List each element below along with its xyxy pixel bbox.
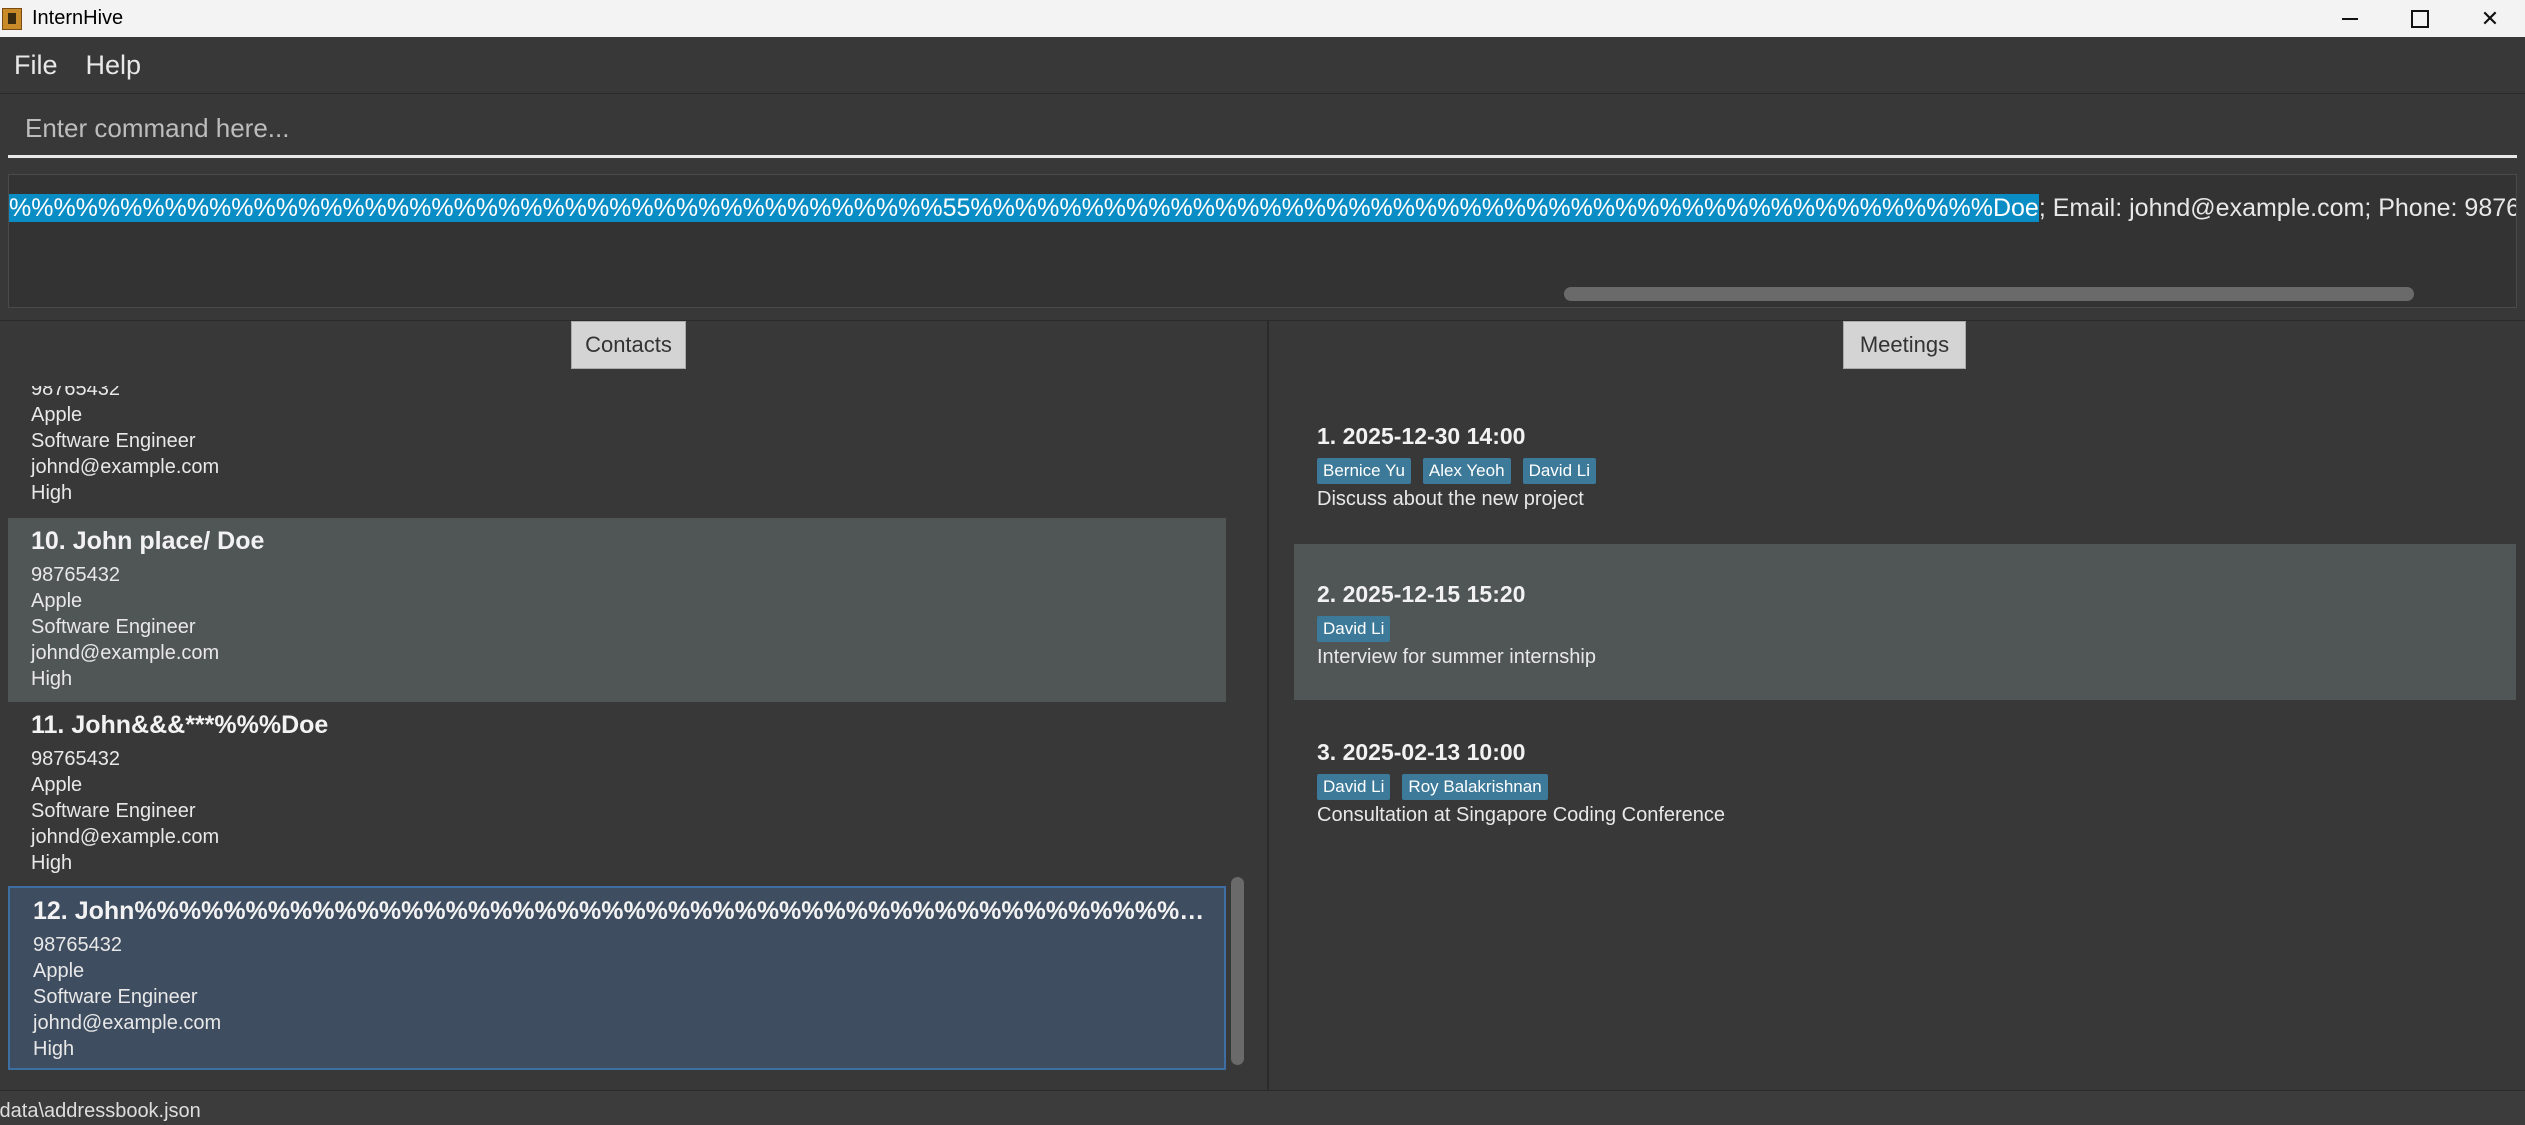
attendee-tag: David Li — [1317, 774, 1391, 800]
meeting-card[interactable]: 1. 2025-12-30 14:00 Bernice Yu Alex Yeoh… — [1294, 386, 2516, 542]
contact-phone: 98765432 — [33, 934, 122, 956]
meeting-tags: Bernice Yu Alex Yeoh David Li — [1317, 458, 2516, 484]
close-button[interactable]: ✕ — [2455, 0, 2525, 37]
minimize-icon — [2342, 17, 2358, 20]
title-bar: InternHive ✕ — [0, 0, 2525, 37]
contact-position: Software Engineer — [31, 800, 196, 822]
contact-phone: 98765432 — [31, 748, 120, 770]
window-title: InternHive — [32, 7, 124, 29]
attendee-tag: Roy Balakrishnan — [1402, 774, 1548, 800]
menu-file[interactable]: File — [14, 50, 58, 81]
contact-name: 12. John%%%%%%%%%%%%%%%%%%%%%%%%%%%%%%%%… — [33, 897, 1223, 925]
save-location: \data\addressbook.json — [0, 1100, 201, 1122]
menu-help[interactable]: Help — [86, 50, 142, 81]
command-input[interactable] — [8, 100, 2525, 157]
contact-priority: High — [31, 668, 73, 690]
meetings-header-button[interactable]: Meetings — [1843, 321, 1966, 369]
command-box — [8, 100, 2525, 158]
attendee-tag: David Li — [1317, 616, 1391, 642]
maximize-icon — [2411, 9, 2429, 28]
meeting-description: Interview for summer internship — [1317, 646, 1596, 668]
contact-position: Software Engineer — [31, 616, 196, 638]
panel-divider[interactable] — [1267, 320, 1269, 1090]
contacts-list[interactable]: 98765432 Apple Software Engineer johnd@e… — [8, 386, 1226, 1070]
maximize-button[interactable] — [2385, 0, 2455, 37]
status-bar: \data\addressbook.json — [0, 1090, 2525, 1125]
meeting-card[interactable]: 2. 2025-12-15 15:20 David Li Interview f… — [1294, 544, 2516, 700]
attendee-tag: Alex Yeoh — [1422, 458, 1511, 484]
contact-company: Apple — [31, 590, 83, 612]
meeting-title: 1. 2025-12-30 14:00 — [1317, 423, 1526, 449]
contact-card[interactable]: 98765432 Apple Software Engineer johnd@e… — [8, 386, 1226, 520]
contact-email: johnd@example.com — [31, 456, 220, 478]
result-rest-text: ; Email: johnd@example.com; Phone: 98765… — [2038, 194, 2517, 222]
contact-name: 11. John&&&***%%%Doe — [31, 711, 329, 739]
contacts-scrollbar-thumb[interactable] — [1231, 877, 1244, 1065]
contacts-header-button[interactable]: Contacts — [571, 321, 686, 369]
contact-phone: 98765432 — [31, 386, 120, 400]
contact-phone: 98765432 — [31, 564, 120, 586]
contact-email: johnd@example.com — [33, 1012, 222, 1034]
contact-company: Apple — [31, 774, 83, 796]
contact-priority: High — [33, 1038, 75, 1060]
meeting-tags: David Li — [1317, 616, 2516, 642]
meeting-description: Discuss about the new project — [1317, 488, 1584, 510]
result-text: %%%%%%%%%%%%%%%%%%%%%%%%%%%%%%%%%%%%%%%%… — [9, 189, 2517, 227]
result-display[interactable]: %%%%%%%%%%%%%%%%%%%%%%%%%%%%%%%%%%%%%%%%… — [8, 174, 2517, 308]
meeting-card[interactable]: 3. 2025-02-13 10:00 David Li Roy Balakri… — [1294, 702, 2516, 858]
window-controls: ✕ — [2315, 0, 2525, 37]
attendee-tag: Bernice Yu — [1317, 458, 1411, 484]
meeting-title: 3. 2025-02-13 10:00 — [1317, 739, 1526, 765]
meeting-tags: David Li Roy Balakrishnan — [1317, 774, 2516, 800]
close-icon: ✕ — [2480, 5, 2500, 31]
app-icon — [2, 7, 22, 30]
result-horizontal-scrollbar[interactable] — [1564, 287, 2414, 301]
meeting-description: Consultation at Singapore Coding Confere… — [1317, 804, 1726, 826]
contact-email: johnd@example.com — [31, 826, 220, 848]
contact-card[interactable]: 10. John place/ Doe 98765432 Apple Softw… — [8, 518, 1226, 702]
contact-company: Apple — [33, 960, 85, 982]
contact-card-selected[interactable]: 12. John%%%%%%%%%%%%%%%%%%%%%%%%%%%%%%%%… — [8, 886, 1226, 1070]
contact-position: Software Engineer — [33, 986, 198, 1008]
contact-name: 10. John place/ Doe — [31, 527, 265, 555]
contact-position: Software Engineer — [31, 430, 196, 452]
contact-company: Apple — [31, 404, 83, 426]
contact-priority: High — [31, 482, 73, 504]
contact-card[interactable]: 11. John&&&***%%%Doe 98765432 Apple Soft… — [8, 702, 1226, 886]
menu-bar: File Help — [0, 37, 2525, 94]
attendee-tag: David Li — [1522, 458, 1596, 484]
minimize-button[interactable] — [2315, 0, 2385, 37]
contact-email: johnd@example.com — [31, 642, 220, 664]
meeting-title: 2. 2025-12-15 15:20 — [1317, 581, 1526, 607]
contact-priority: High — [31, 852, 73, 874]
result-selected-text: %%%%%%%%%%%%%%%%%%%%%%%%%%%%%%%%%%%%%%%%… — [9, 194, 2039, 222]
